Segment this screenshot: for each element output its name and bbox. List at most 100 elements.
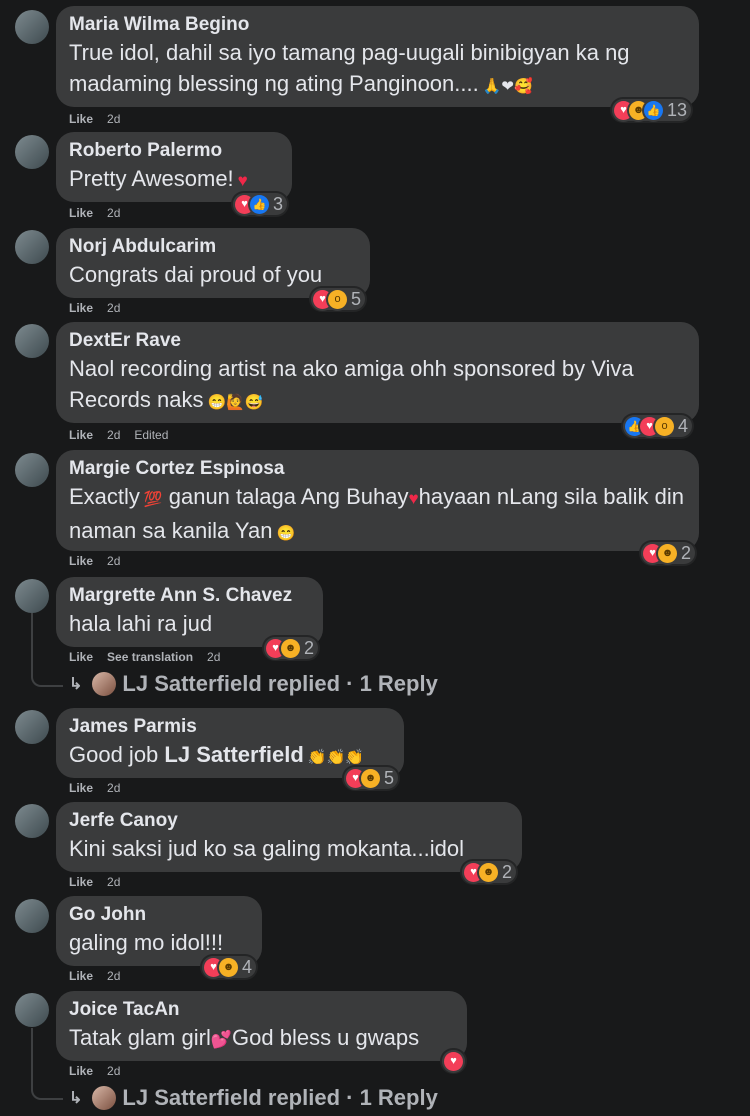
avatar[interactable] bbox=[15, 230, 49, 264]
replier-avatar bbox=[92, 672, 117, 696]
like-link[interactable]: Like bbox=[69, 1064, 93, 1078]
heart-emoji: ♥ bbox=[237, 171, 248, 190]
reaction-summary[interactable]: ♥ ☻ 5 bbox=[344, 767, 399, 789]
comment-author[interactable]: James Parmis bbox=[69, 715, 391, 739]
like-link[interactable]: Like bbox=[69, 781, 93, 795]
reaction-summary[interactable]: ♥ ☻ 2 bbox=[264, 637, 319, 659]
haha-icon: ☻ bbox=[361, 768, 380, 788]
comment-bubble: Margie Cortez Espinosa Exactly 💯 ganun ta… bbox=[56, 450, 699, 551]
mention-link[interactable]: LJ Satterfield bbox=[164, 742, 303, 767]
comment-author[interactable]: Jerfe Canoy bbox=[69, 809, 509, 833]
reaction-summary[interactable]: ♥ ☻ 👍 13 bbox=[612, 99, 692, 121]
reaction-count: 2 bbox=[304, 637, 315, 658]
reaction-summary[interactable]: ♥ 👍 3 bbox=[233, 193, 288, 215]
comment-author[interactable]: DextEr Rave bbox=[69, 329, 686, 353]
reaction-summary[interactable]: ♥ ☻ 2 bbox=[641, 542, 696, 564]
timestamp[interactable]: 2d bbox=[107, 781, 120, 795]
clap-emoji: 👏👏👏 bbox=[307, 749, 364, 766]
comment-actions: Like 2d bbox=[69, 301, 134, 315]
comment-actions: Like 2d bbox=[69, 554, 134, 568]
reaction-count: 2 bbox=[681, 542, 692, 563]
reaction-count: 4 bbox=[678, 415, 689, 436]
like-link[interactable]: Like bbox=[69, 428, 93, 442]
like-link[interactable]: Like bbox=[69, 875, 93, 889]
avatar[interactable] bbox=[15, 804, 49, 838]
hundred-emoji: 💯 bbox=[143, 491, 163, 508]
wow-icon: o bbox=[328, 289, 347, 309]
timestamp[interactable]: 2d bbox=[107, 875, 120, 889]
reaction-count: 2 bbox=[502, 861, 513, 882]
like-link[interactable]: Like bbox=[69, 301, 93, 315]
like-icon: 👍 bbox=[250, 194, 269, 214]
haha-icon: ☻ bbox=[479, 862, 498, 882]
haha-icon: ☻ bbox=[281, 638, 300, 658]
comment-actions: Like 2d bbox=[69, 206, 134, 220]
comment-author[interactable]: Maria Wilma Begino bbox=[69, 13, 686, 37]
reaction-summary[interactable]: ♥ o 5 bbox=[311, 288, 366, 310]
comment-text: Good job LJ Satterfield 👏👏👏 bbox=[69, 742, 364, 767]
reaction-count: 5 bbox=[384, 767, 395, 788]
heart-emoji: ♥ bbox=[408, 489, 419, 508]
avatar[interactable] bbox=[15, 993, 49, 1027]
emoji: 😁🙋😅 bbox=[207, 394, 264, 411]
like-link[interactable]: Like bbox=[69, 554, 93, 568]
comment-actions: Like 2d bbox=[69, 112, 134, 126]
comment-author[interactable]: Roberto Palermo bbox=[69, 139, 279, 163]
comment-text: True idol, dahil sa iyo tamang pag-uugal… bbox=[69, 40, 630, 96]
heart-emoji: 💕 bbox=[210, 1030, 233, 1049]
like-link[interactable]: Like bbox=[69, 650, 93, 664]
emoji: 😁 bbox=[276, 525, 296, 542]
reaction-summary[interactable]: 👍 ♥ o 4 bbox=[623, 415, 693, 437]
timestamp[interactable]: 2d bbox=[107, 206, 120, 220]
replier-avatar bbox=[92, 1086, 117, 1110]
avatar[interactable] bbox=[15, 135, 49, 169]
comment-author[interactable]: Margrette Ann S. Chavez bbox=[69, 584, 310, 608]
timestamp[interactable]: 2d bbox=[107, 301, 120, 315]
comment-author[interactable]: Joice TacAn bbox=[69, 998, 454, 1022]
timestamp[interactable]: 2d bbox=[107, 1064, 120, 1078]
avatar[interactable] bbox=[15, 579, 49, 613]
haha-icon: ☻ bbox=[658, 543, 677, 563]
reaction-summary[interactable]: ♥ bbox=[442, 1050, 465, 1072]
like-icon: 👍 bbox=[644, 100, 663, 120]
avatar[interactable] bbox=[15, 453, 49, 487]
comment-text: Congrats dai proud of you bbox=[69, 262, 323, 287]
view-replies-link[interactable]: ↳ LJ Satterfield replied · 1 Reply bbox=[69, 1085, 438, 1111]
comment-actions: Like 2d bbox=[69, 875, 134, 889]
comment-text: Tatak glam girl💕God bless u gwaps bbox=[69, 1025, 420, 1050]
comment-author[interactable]: Margie Cortez Espinosa bbox=[69, 457, 686, 481]
avatar[interactable] bbox=[15, 710, 49, 744]
view-replies-link[interactable]: ↳ LJ Satterfield replied · 1 Reply bbox=[69, 671, 438, 697]
timestamp[interactable]: 2d bbox=[207, 650, 220, 664]
comment-author[interactable]: Go John bbox=[69, 903, 249, 927]
see-translation-link[interactable]: See translation bbox=[107, 650, 193, 664]
timestamp[interactable]: 2d bbox=[107, 428, 120, 442]
comment-feed: Maria Wilma Begino True idol, dahil sa i… bbox=[0, 0, 750, 1116]
like-link[interactable]: Like bbox=[69, 112, 93, 126]
avatar[interactable] bbox=[15, 10, 49, 44]
timestamp[interactable]: 2d bbox=[107, 554, 120, 568]
avatar[interactable] bbox=[15, 324, 49, 358]
comment-author[interactable]: Norj Abdulcarim bbox=[69, 235, 357, 259]
haha-icon: ☻ bbox=[219, 957, 238, 977]
like-link[interactable]: Like bbox=[69, 969, 93, 983]
reaction-count: 4 bbox=[242, 956, 253, 977]
timestamp[interactable]: 2d bbox=[107, 112, 120, 126]
reaction-count: 5 bbox=[351, 288, 362, 309]
like-link[interactable]: Like bbox=[69, 206, 93, 220]
comment-bubble: Maria Wilma Begino True idol, dahil sa i… bbox=[56, 6, 699, 107]
reaction-count: 3 bbox=[273, 193, 284, 214]
comment-bubble: DextEr Rave Naol recording artist na ako… bbox=[56, 322, 699, 423]
comment-actions: Like 2d bbox=[69, 781, 134, 795]
reply-arrow-icon: ↳ bbox=[69, 676, 83, 693]
comment-actions: Like 2d bbox=[69, 1064, 134, 1078]
comment-text: galing mo idol!!! bbox=[69, 930, 224, 955]
comment-text: Naol recording artist na ako amiga ohh s… bbox=[69, 356, 634, 412]
reaction-summary[interactable]: ♥ ☻ 4 bbox=[202, 956, 257, 978]
timestamp[interactable]: 2d bbox=[107, 969, 120, 983]
reaction-summary[interactable]: ♥ ☻ 2 bbox=[462, 861, 517, 883]
love-icon: ♥ bbox=[444, 1051, 463, 1071]
avatar[interactable] bbox=[15, 899, 49, 933]
comment-bubble: Jerfe Canoy Kini saksi jud ko sa galing … bbox=[56, 802, 522, 872]
emoji: 🙏❤🥰 bbox=[482, 78, 533, 95]
